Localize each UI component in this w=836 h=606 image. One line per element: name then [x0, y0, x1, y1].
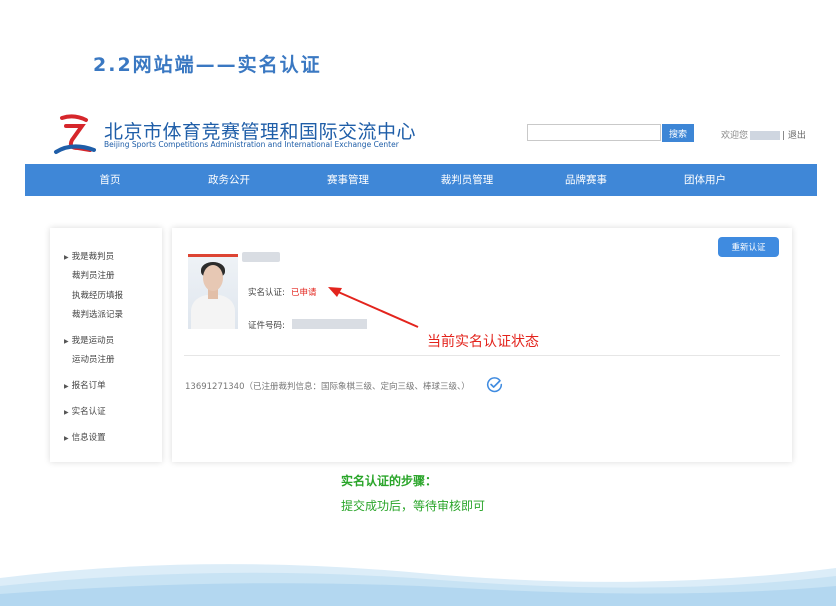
- logout-link[interactable]: | 退出: [782, 131, 806, 141]
- caret-right-icon: ▶: [64, 435, 69, 442]
- phone-registration-info: 13691271340（已注册裁判信息：国际象棋三级、定向三级、棒球三级、）: [185, 382, 470, 392]
- annotation-arrow-icon: [328, 287, 419, 328]
- welcome-label: 欢迎您: [721, 131, 749, 141]
- divider: [184, 355, 780, 356]
- nav-brand-events[interactable]: 品牌赛事: [536, 164, 636, 196]
- sidebar-group-referee[interactable]: ▶ 我是裁判员: [64, 250, 114, 262]
- sidebar-item-orders[interactable]: ▶ 报名订单: [64, 379, 106, 391]
- steps-text: 提交成功后，等待审核即可: [341, 499, 486, 513]
- slide-title: 2.2网站端——实名认证: [93, 54, 322, 76]
- main-nav: 首页 政务公开 赛事管理 裁判员管理 品牌赛事 团体用户: [25, 164, 817, 196]
- sidebar-item-settings[interactable]: ▶ 信息设置: [64, 431, 106, 443]
- caret-right-icon: ▶: [64, 254, 69, 261]
- decorative-wave: [0, 564, 836, 606]
- sidebar-item-realname-auth[interactable]: ▶ 实名认证: [64, 405, 106, 417]
- sidebar-item-referee-register[interactable]: 裁判员注册: [72, 269, 115, 281]
- caret-right-icon: ▶: [64, 338, 69, 345]
- caret-right-icon: ▶: [64, 383, 69, 390]
- nav-event-management[interactable]: 赛事管理: [298, 164, 398, 196]
- sidebar-group-label: 信息设置: [71, 433, 106, 443]
- sidebar-item-officiating-history[interactable]: 执裁经历填报: [72, 289, 123, 301]
- sidebar-group-label: 报名订单: [71, 381, 106, 391]
- sidebar-group-athlete[interactable]: ▶ 我是运动员: [64, 334, 114, 346]
- username-redacted: [750, 131, 781, 140]
- sidebar-item-assignment-record[interactable]: 裁判选派记录: [72, 308, 123, 320]
- nav-government-affairs[interactable]: 政务公开: [179, 164, 279, 196]
- sidebar-group-label: 我是裁判员: [71, 252, 115, 262]
- caret-right-icon: ▶: [64, 409, 69, 416]
- site-subtitle: Beijing Sports Competitions Administrati…: [104, 140, 399, 149]
- sidebar-group-label: 我是运动员: [71, 336, 115, 346]
- reauthenticate-button[interactable]: 重新认证: [718, 237, 779, 257]
- search-button[interactable]: 搜索: [662, 124, 694, 142]
- site-logo-icon[interactable]: [52, 112, 96, 156]
- realname-status-value: 已申请: [291, 288, 317, 298]
- welcome-bar: 欢迎您 | 退出: [721, 128, 806, 141]
- annotation-label: 当前实名认证状态: [427, 334, 539, 350]
- nav-referee-management[interactable]: 裁判员管理: [417, 164, 517, 196]
- sidebar-group-label: 实名认证: [71, 407, 106, 417]
- verified-check-icon: [486, 377, 503, 393]
- id-photo: [188, 254, 238, 329]
- search-input[interactable]: [527, 124, 661, 141]
- realname-status-label: 实名认证:: [248, 288, 285, 298]
- steps-title: 实名认证的步骤：: [341, 474, 438, 488]
- sidebar-item-athlete-register[interactable]: 运动员注册: [72, 353, 115, 365]
- user-name-redacted: [242, 252, 280, 262]
- nav-group-users[interactable]: 团体用户: [655, 164, 755, 196]
- nav-home[interactable]: 首页: [60, 164, 160, 196]
- id-number-label: 证件号码:: [248, 321, 285, 331]
